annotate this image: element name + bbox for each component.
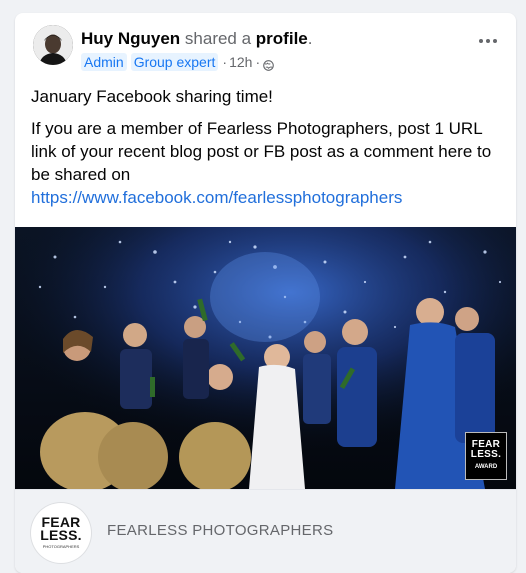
award-badge-line-3: AWARD xyxy=(474,464,498,470)
globe-icon[interactable] xyxy=(263,57,274,71)
author-name[interactable]: Huy Nguyen xyxy=(81,29,180,48)
logo-line-2: LESS. xyxy=(40,527,82,543)
shared-photo[interactable]: FEAR LESS. AWARD xyxy=(15,227,516,489)
award-badge-line-2: LESS. xyxy=(470,449,502,460)
post-time[interactable]: 12h xyxy=(229,53,252,71)
badge-group-expert[interactable]: Group expert xyxy=(130,53,219,71)
title-period: . xyxy=(307,29,313,48)
post-paragraph-2: If you are a member of Fearless Photogra… xyxy=(31,117,501,209)
fearless-logo[interactable]: FEAR LESS. PHOTOGRAPHERS xyxy=(31,503,91,563)
shared-object-link[interactable]: profile xyxy=(256,29,308,48)
wedding-party-photo xyxy=(15,227,516,489)
post-meta: Admin Group expert · 12h · xyxy=(81,53,274,71)
post-card: Huy Nguyen shared a profile. Admin Group… xyxy=(15,13,516,573)
time-separator: · xyxy=(255,54,261,70)
post-link[interactable]: https://www.facebook.com/fearlessphotogr… xyxy=(31,188,402,207)
post-text: January Facebook sharing time! If you ar… xyxy=(31,85,501,209)
badge-admin[interactable]: Admin xyxy=(81,53,127,71)
action-text: shared a xyxy=(180,29,256,48)
preview-title[interactable]: FEARLESS PHOTOGRAPHERS xyxy=(107,522,333,539)
more-options-button[interactable] xyxy=(474,31,502,51)
post-paragraph-1: January Facebook sharing time! xyxy=(31,87,273,106)
post-header-title: Huy Nguyen shared a profile. xyxy=(81,28,312,50)
badge-separator: · xyxy=(222,54,228,70)
avatar[interactable] xyxy=(33,25,73,65)
avatar-image xyxy=(33,25,73,65)
post-paragraph-2-text: If you are a member of Fearless Photogra… xyxy=(31,119,492,184)
more-horizontal-icon xyxy=(479,39,483,43)
link-preview[interactable]: FEAR LESS. PHOTOGRAPHERS FEARLESS PHOTOG… xyxy=(15,489,516,573)
logo-line-3: PHOTOGRAPHERS xyxy=(42,544,80,549)
award-badge: FEAR LESS. AWARD xyxy=(465,432,507,480)
